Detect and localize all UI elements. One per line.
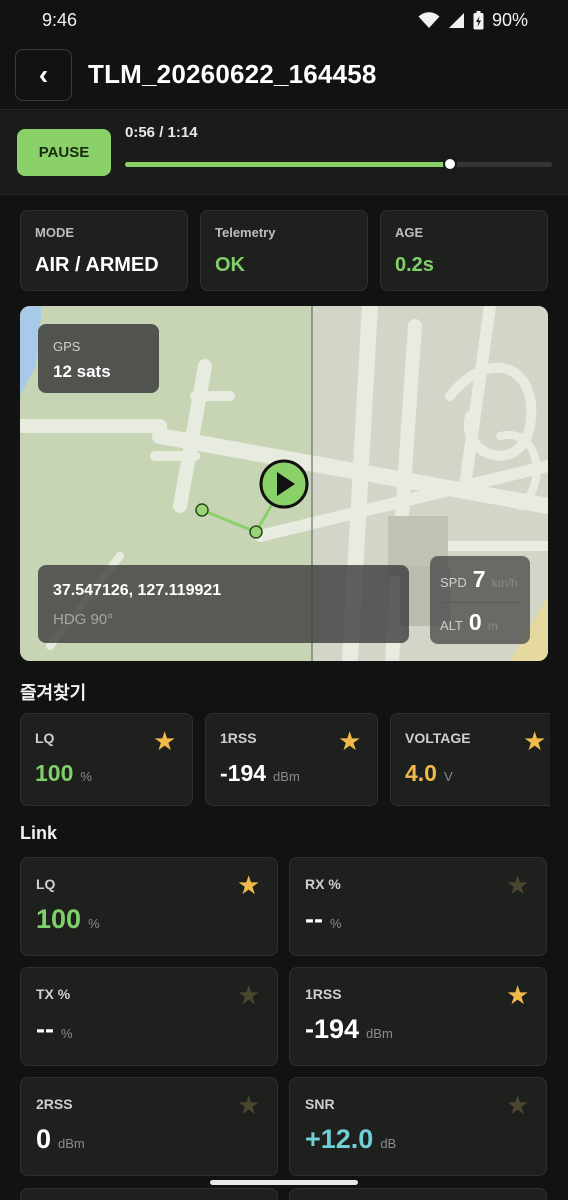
metric-label: VOLTAGE [405,730,471,746]
age-label: AGE [395,225,424,240]
gps-label: GPS [53,339,81,354]
metric-value: -- [305,904,323,934]
metric-unit: dBm [273,769,300,784]
age-card: AGE 0.2s [380,210,548,291]
chevron-left-icon: ‹ [38,58,49,90]
playback-progress-fill [125,162,450,167]
coordinates: 37.547126, 127.119921 [53,582,222,599]
metric-value: 4.0 [405,760,437,786]
favorite-card-1rss[interactable]: 1RSS -194 dBm ★ [205,713,378,806]
star-icon[interactable]: ★ [153,728,176,754]
mode-label: MODE [35,225,74,240]
favorites-title: 즐겨찾기 [20,683,87,703]
map-view[interactable]: GPS 12 sats 37.547126, 127.119921 HDG 90… [20,306,548,661]
metric-label: SNR [305,1096,335,1112]
gps-overlay: GPS 12 sats [38,324,159,393]
altitude-row: ALT 0 m [440,609,520,641]
favorite-card-lq[interactable]: LQ 100 % ★ [20,713,193,806]
age-value: 0.2s [395,254,434,276]
playback-bar: PAUSE 0:56 / 1:14 [0,111,568,195]
metric-value: +12.0 [305,1124,374,1154]
link-card-snr[interactable]: SNR +12.0 dB ★ [289,1077,547,1176]
metric-value: -- [36,1014,54,1044]
link-card-1rss[interactable]: 1RSS -194 dBm ★ [289,967,547,1066]
mode-value: AIR / ARMED [35,254,159,276]
pause-button[interactable]: PAUSE [17,129,111,176]
playback-slider[interactable] [125,157,552,171]
metric-value: -194 [305,1014,360,1044]
metric-label: RX % [305,876,341,892]
signal-icon [448,12,464,28]
metric-unit: % [60,1026,73,1041]
star-icon[interactable]: ★ [237,1092,260,1118]
star-icon[interactable]: ★ [523,728,546,754]
metric-value: 100 [36,904,82,934]
speed-label: SPD [440,575,467,590]
link-card-rx[interactable]: RX % -- % ★ [289,857,547,956]
star-icon[interactable]: ★ [506,1092,529,1118]
status-time: 9:46 [42,9,78,30]
metric-label: 2RSS [36,1096,73,1112]
coordinate-overlay: 37.547126, 127.119921 HDG 90° [38,565,409,643]
link-card-lq[interactable]: LQ 100 % ★ [20,857,278,956]
speed-unit: km/h [491,576,518,590]
metric-label: TX % [36,986,71,1002]
heading: HDG 90° [53,611,114,628]
link-title: Link [20,823,58,843]
metric-unit: V [443,769,453,784]
home-indicator[interactable] [210,1180,358,1185]
link-card-partial[interactable] [289,1188,547,1200]
mode-card: MODE AIR / ARMED [20,210,188,291]
page-title: TLM_20260622_164458 [88,59,377,89]
speed-altitude-overlay: SPD 7 km/h ALT 0 m [430,556,530,644]
altitude-label: ALT [440,618,463,633]
star-icon[interactable]: ★ [338,728,361,754]
battery-icon [473,10,484,29]
telemetry-value: OK [215,254,245,276]
metric-value: -194 [220,760,267,786]
star-icon[interactable]: ★ [237,982,260,1008]
link-card-2rss[interactable]: 2RSS 0 dBm ★ [20,1077,278,1176]
wifi-icon [418,11,440,28]
overlay-divider [440,602,520,603]
battery-percent: 90% [491,9,528,30]
telemetry-card: Telemetry OK [200,210,368,291]
metric-unit: dB [380,1136,397,1151]
metric-unit: % [88,916,100,931]
metric-unit: dBm [366,1026,393,1041]
playback-slider-thumb[interactable] [442,157,457,171]
star-icon[interactable]: ★ [506,982,529,1008]
star-icon[interactable]: ★ [506,872,529,898]
status-bar: 9:46 90% [0,0,568,40]
play-marker-icon[interactable] [259,459,309,509]
header: ‹ TLM_20260622_164458 [0,40,568,110]
telemetry-label: Telemetry [215,225,276,240]
playback-time: 0:56 / 1:14 [125,124,198,141]
metric-label: LQ [36,876,56,892]
metric-unit: % [80,769,92,784]
star-icon[interactable]: ★ [237,872,260,898]
metric-value: 0 [36,1124,52,1154]
gps-value: 12 sats [53,362,111,381]
altitude-value: 0 [468,609,482,635]
metric-unit: % [329,916,342,931]
metric-unit: dBm [58,1136,85,1151]
favorite-card-voltage[interactable]: VOLTAGE 4.0 V ★ [390,713,550,806]
altitude-unit: m [487,619,498,633]
speed-row: SPD 7 km/h [440,566,520,598]
metric-label: 1RSS [305,986,342,1002]
speed-value: 7 [472,566,486,592]
link-card-tx[interactable]: TX % -- % ★ [20,967,278,1066]
link-card-partial[interactable] [20,1188,278,1200]
back-button[interactable]: ‹ [15,48,72,101]
status-icons: 90% [418,10,528,31]
metric-value: 100 [35,760,74,786]
